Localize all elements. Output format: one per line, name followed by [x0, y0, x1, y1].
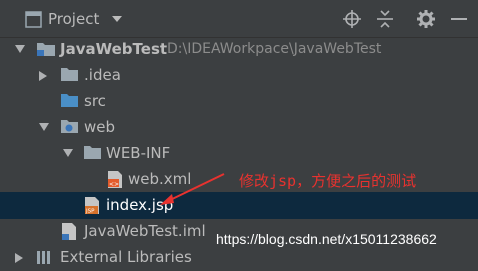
tree-item-web[interactable]: web	[0, 114, 478, 141]
project-panel-icon	[25, 11, 42, 28]
file-label: JavaWebTest.iml	[84, 222, 206, 240]
root-module-name: JavaWebTest	[60, 40, 168, 58]
iml-file-icon	[62, 223, 76, 240]
project-tool-window-header: Project	[0, 0, 478, 38]
folder-label: src	[84, 92, 106, 110]
svg-text:<>: <>	[109, 181, 119, 188]
folder-label: web	[84, 118, 116, 136]
chevron-down-icon[interactable]	[111, 15, 123, 23]
root-module-path: D:\IDEAWorkpace\JavaWebTest	[167, 41, 382, 57]
gear-icon[interactable]	[417, 10, 435, 28]
expanded-arrow-icon[interactable]	[62, 148, 74, 158]
tree-item-index-jsp[interactable]: JSP index.jsp	[0, 192, 478, 219]
annotation-arrow	[160, 173, 225, 205]
expanded-arrow-icon[interactable]	[38, 122, 50, 132]
collapsed-arrow-icon[interactable]	[38, 70, 48, 82]
collapse-all-icon[interactable]	[376, 10, 394, 28]
annotation-text: 修改jsp，方便之后的测试	[239, 172, 417, 190]
minimize-icon[interactable]	[450, 10, 468, 28]
tree-item-web-inf[interactable]: WEB-INF	[0, 140, 478, 167]
jsp-file-icon: JSP	[85, 197, 99, 215]
module-folder-icon	[37, 43, 55, 56]
expanded-arrow-icon[interactable]	[14, 44, 26, 54]
locate-target-icon[interactable]	[343, 10, 361, 28]
folder-label: WEB-INF	[106, 144, 171, 162]
folder-label: .idea	[84, 66, 121, 84]
folder-icon	[84, 146, 101, 159]
tree-item-external-libraries[interactable]: External Libraries	[0, 244, 478, 271]
tree-item-root-module[interactable]: JavaWebTest D:\IDEAWorkpace\JavaWebTest	[0, 36, 478, 63]
tree-item-idea[interactable]: .idea	[0, 62, 478, 89]
collapsed-arrow-icon[interactable]	[14, 252, 24, 264]
web-folder-icon	[61, 120, 78, 133]
project-view-selector[interactable]: Project	[48, 10, 99, 28]
source-folder-icon	[61, 94, 78, 107]
folder-icon	[61, 68, 78, 81]
library-icon	[37, 251, 50, 264]
xml-file-icon: <>	[108, 171, 122, 188]
svg-text:JSP: JSP	[85, 209, 95, 215]
watermark-url: https://blog.csdn.net/x15011238662	[216, 231, 437, 247]
tree-item-src[interactable]: src	[0, 88, 478, 115]
libraries-label: External Libraries	[60, 248, 192, 266]
